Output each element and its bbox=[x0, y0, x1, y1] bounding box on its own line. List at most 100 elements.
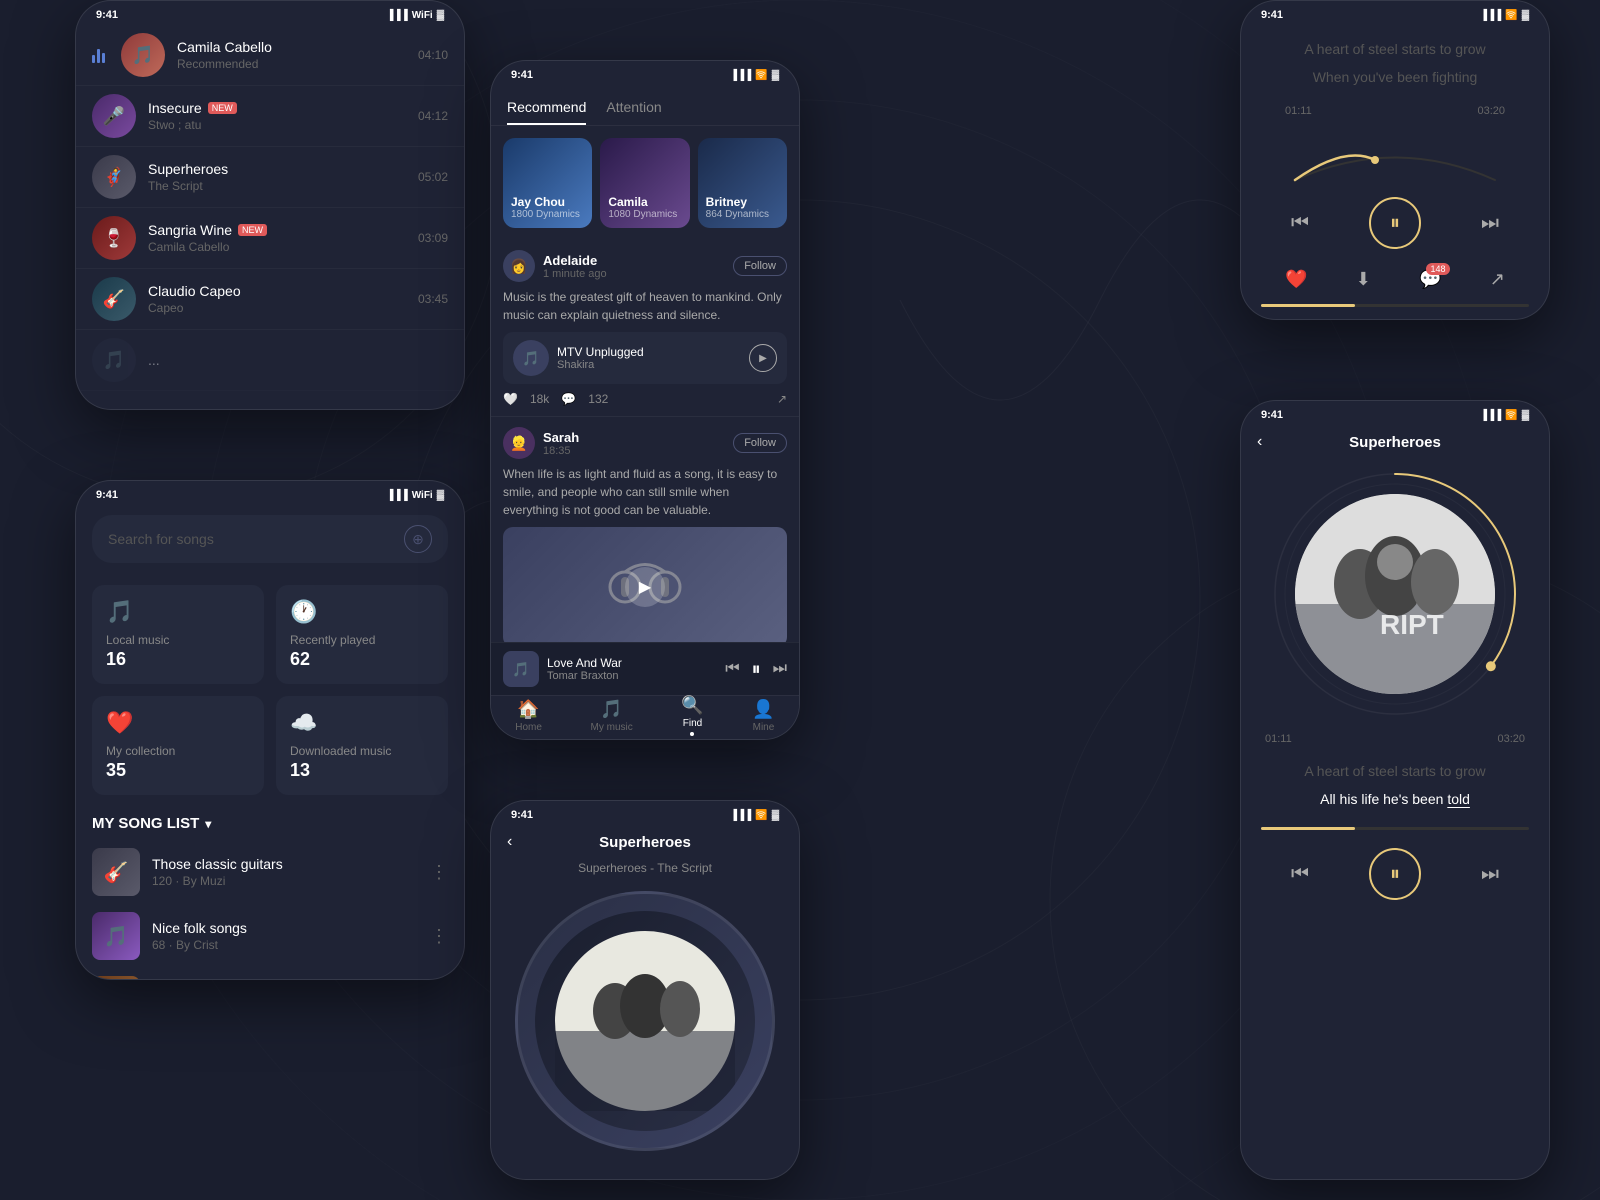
progress-ring-rbt bbox=[1270, 469, 1520, 719]
wifi-icon-5: 🛜 bbox=[1505, 10, 1517, 21]
new-badge-2: NEW bbox=[208, 102, 237, 114]
track-card-1[interactable]: 🎵 MTV Unplugged Shakira ▶ bbox=[503, 332, 787, 384]
pause-btn-rbt[interactable]: ⏸ bbox=[1369, 848, 1421, 900]
nav-home[interactable]: 🏠 Home bbox=[515, 699, 542, 733]
tab-attention[interactable]: Attention bbox=[606, 93, 661, 125]
song-item-3[interactable]: 🦸 Superheroes The Script 05:02 bbox=[76, 147, 464, 208]
post-actions-1: 🤍 18k 💬 132 ↗ bbox=[503, 392, 787, 406]
time-6: 9:41 bbox=[1261, 409, 1283, 421]
dots-icon-1[interactable]: ⋮ bbox=[430, 862, 448, 883]
song-title-3: Superheroes bbox=[148, 161, 406, 177]
song-item-4[interactable]: 🍷 Sangria Wine NEW Camila Cabello 03:09 bbox=[76, 208, 464, 269]
my-collection-card[interactable]: ❤️ My collection 35 bbox=[92, 696, 264, 795]
post-header-2: 👱 Sarah 18:35 Follow bbox=[503, 427, 787, 459]
song-info-1: Camila Cabello Recommended bbox=[177, 39, 406, 71]
downloaded-card[interactable]: ☁️ Downloaded music 13 bbox=[276, 696, 448, 795]
song-duration-4: 03:09 bbox=[418, 231, 448, 245]
recently-played-count: 62 bbox=[290, 649, 434, 670]
nav-mine[interactable]: 👤 Mine bbox=[752, 699, 774, 733]
mini-title: Love And War bbox=[547, 656, 717, 670]
search-bar[interactable]: Search for songs ⊕ bbox=[92, 515, 448, 563]
song-artist-2: Stwo ; atu bbox=[148, 118, 406, 132]
tab-recommend[interactable]: Recommend bbox=[507, 93, 586, 125]
comment-icon-1[interactable]: 💬 bbox=[561, 392, 576, 406]
song-avatar-3: 🦸 bbox=[92, 155, 136, 199]
battery-icon-4: ▓ bbox=[772, 810, 779, 821]
nav-home-label: Home bbox=[515, 722, 542, 733]
album-art-btm bbox=[535, 911, 755, 1131]
battery-icon: ▓ bbox=[437, 10, 444, 21]
status-bar-2: 9:41 ▐▐▐ WiFi ▓ bbox=[76, 481, 464, 505]
status-icons-5: ▐▐▐ 🛜 ▓ bbox=[1480, 10, 1529, 21]
follow-btn-2[interactable]: Follow bbox=[733, 433, 787, 453]
next-btn-rbt[interactable]: ⏭ bbox=[1481, 863, 1499, 886]
playlist-info-1: Those classic guitars 120 · By Muzi bbox=[152, 856, 418, 888]
follow-btn-1[interactable]: Follow bbox=[733, 256, 787, 276]
song-title-4: Sangria Wine bbox=[148, 222, 232, 238]
playlist-item-3[interactable]: 🎶 The girl's classic cover 45 · By Nina … bbox=[76, 968, 464, 980]
back-btn-rbt[interactable]: ‹ bbox=[1257, 433, 1262, 451]
dots-icon-2[interactable]: ⋮ bbox=[430, 926, 448, 947]
track-avatar-1: 🎵 bbox=[513, 340, 549, 376]
nav-find[interactable]: 🔍 Find bbox=[681, 695, 703, 736]
progress-track-top bbox=[1261, 304, 1529, 307]
mini-controls: ⏮ ⏸ ⏭ bbox=[725, 659, 787, 680]
progress-bar-rbt[interactable] bbox=[1241, 821, 1549, 836]
recommend-cards: Jay Chou 1800 Dynamics Camila 1080 Dynam… bbox=[491, 126, 799, 240]
share-icon-1[interactable]: ↗ bbox=[777, 392, 787, 406]
prev-btn-top[interactable]: ⏮ bbox=[1291, 212, 1309, 235]
next-btn-top[interactable]: ⏭ bbox=[1481, 212, 1499, 235]
downloaded-count: 13 bbox=[290, 760, 434, 781]
rec-card-jay[interactable]: Jay Chou 1800 Dynamics bbox=[503, 138, 592, 228]
pause-btn-mini[interactable]: ⏸ bbox=[752, 659, 761, 680]
rec-card-camila[interactable]: Camila 1080 Dynamics bbox=[600, 138, 689, 228]
back-btn-btm[interactable]: ‹ bbox=[507, 833, 512, 851]
post-user-2: Sarah bbox=[543, 430, 579, 445]
recently-played-card[interactable]: 🕐 Recently played 62 bbox=[276, 585, 448, 684]
downloaded-icon: ☁️ bbox=[290, 710, 434, 736]
local-music-card[interactable]: 🎵 Local music 16 bbox=[92, 585, 264, 684]
wifi-icon-3: 🛜 bbox=[755, 70, 767, 81]
collection-label: My collection bbox=[106, 744, 250, 758]
comment-btn-top[interactable]: 💬 148 bbox=[1419, 269, 1441, 290]
time-2: 9:41 bbox=[96, 489, 118, 501]
signal-icon-6: ▐▐▐ bbox=[1480, 410, 1501, 421]
prev-btn-mini[interactable]: ⏮ bbox=[725, 660, 739, 678]
nav-mymusic[interactable]: 🎵 My music bbox=[591, 699, 633, 733]
like-icon-1[interactable]: 🤍 bbox=[503, 392, 518, 406]
like-btn-top[interactable]: ❤️ bbox=[1285, 269, 1307, 290]
song-item-1[interactable]: 🎵 Camila Cabello Recommended 04:10 bbox=[76, 25, 464, 86]
status-icons-4: ▐▐▐ 🛜 ▓ bbox=[730, 810, 779, 821]
rec-card-britney[interactable]: Britney 864 Dynamics bbox=[698, 138, 787, 228]
play-track-1[interactable]: ▶ bbox=[749, 344, 777, 372]
wifi-icon-6: 🛜 bbox=[1505, 410, 1517, 421]
download-btn-top[interactable]: ⬇ bbox=[1356, 269, 1371, 290]
battery-icon-3: ▓ bbox=[772, 70, 779, 81]
playlist-name-1: Those classic guitars bbox=[152, 856, 418, 872]
rec-britney-meta: 864 Dynamics bbox=[706, 209, 779, 220]
local-music-count: 16 bbox=[106, 649, 250, 670]
playlist-item-2[interactable]: 🎵 Nice folk songs 68 · By Crist ⋮ bbox=[76, 904, 464, 968]
song-list-section: MY SONG LIST ▾ bbox=[76, 807, 464, 840]
song-item-5[interactable]: 🎸 Claudio Capeo Capeo 03:45 bbox=[76, 269, 464, 330]
lyrics-container-top: A heart of steel starts to grow When you… bbox=[1241, 25, 1549, 91]
progress-bar-top[interactable] bbox=[1241, 298, 1549, 313]
song-item-2[interactable]: 🎤 Insecure NEW Stwo ; atu 04:12 bbox=[76, 86, 464, 147]
nav-mine-label: Mine bbox=[753, 722, 775, 733]
playlist-item-1[interactable]: 🎸 Those classic guitars 120 · By Muzi ⋮ bbox=[76, 840, 464, 904]
play-overlay-2[interactable]: ▶ bbox=[625, 567, 665, 607]
bottom-nav: 🏠 Home 🎵 My music 🔍 Find 👤 Mine bbox=[491, 695, 799, 739]
pause-btn-top[interactable]: ⏸ bbox=[1369, 197, 1421, 249]
share-btn-top[interactable]: ↗ bbox=[1490, 269, 1505, 290]
next-btn-mini[interactable]: ⏭ bbox=[773, 660, 787, 678]
post-sarah: 👱 Sarah 18:35 Follow When life is as lig… bbox=[491, 417, 799, 664]
prev-btn-rbt[interactable]: ⏮ bbox=[1291, 863, 1309, 886]
np-subtitle-btm: Superheroes - The Script bbox=[491, 859, 799, 881]
progress-fill-rbt bbox=[1261, 827, 1355, 830]
status-icons-1: ▐▐▐ WiFi ▓ bbox=[386, 10, 444, 21]
nowplaying-title-bar-btm: ‹ Superheroes bbox=[491, 825, 799, 859]
np-title-btm: Superheroes bbox=[599, 834, 691, 851]
search-icon[interactable]: ⊕ bbox=[404, 525, 432, 553]
track-info-1: MTV Unplugged Shakira bbox=[557, 345, 644, 371]
progress-track-rbt bbox=[1261, 827, 1529, 830]
